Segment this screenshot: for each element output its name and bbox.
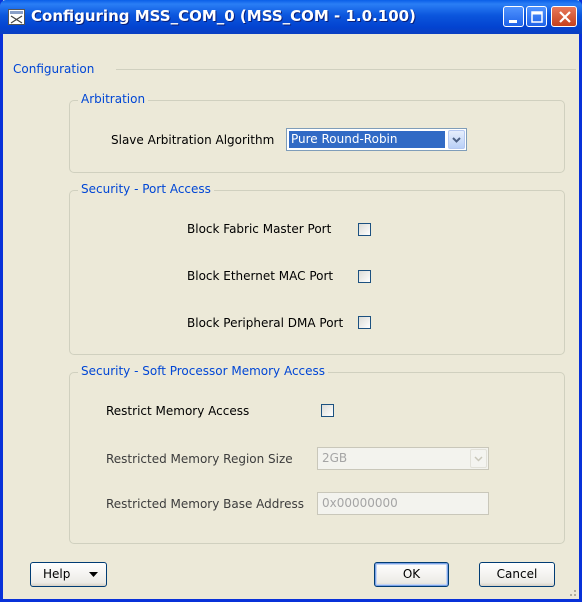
help-button-label: Help — [43, 567, 71, 581]
region-size-dropdown-button[interactable] — [470, 449, 487, 468]
port-access-legend: Security - Port Access — [78, 182, 214, 196]
arbitration-algorithm-select[interactable]: Pure Round-Robin — [286, 128, 467, 151]
arbitration-legend: Arbitration — [78, 92, 149, 106]
block-fabric-master-port-checkbox[interactable] — [358, 223, 371, 236]
help-button[interactable]: Help — [30, 562, 107, 587]
region-size-value: 2GB — [322, 451, 348, 465]
maximize-icon — [531, 11, 543, 23]
restrict-memory-access-checkbox[interactable] — [321, 404, 334, 417]
configuration-divider — [116, 69, 576, 70]
memory-access-legend: Security - Soft Processor Memory Access — [78, 364, 329, 378]
chevron-down-icon — [474, 456, 483, 462]
close-icon — [559, 11, 571, 23]
minimize-icon — [509, 20, 517, 23]
resize-grip-icon[interactable] — [567, 587, 577, 597]
ok-button[interactable]: OK — [374, 562, 449, 587]
title-bar[interactable]: Configuring MSS_COM_0 (MSS_COM - 1.0.100… — [0, 0, 582, 34]
app-icon — [8, 9, 25, 25]
minimize-button[interactable] — [503, 6, 524, 27]
caret-down-icon — [89, 572, 98, 577]
window-title: Configuring MSS_COM_0 (MSS_COM - 1.0.100… — [31, 7, 416, 25]
restrict-memory-access-label: Restrict Memory Access — [106, 404, 250, 418]
region-size-label: Restricted Memory Region Size — [106, 452, 293, 466]
close-button[interactable] — [551, 6, 577, 27]
arbitration-algorithm-value: Pure Round-Robin — [289, 131, 445, 148]
base-address-field[interactable]: 0x00000000 — [317, 492, 489, 515]
block-peripheral-dma-port-label: Block Peripheral DMA Port — [187, 316, 344, 330]
block-ethernet-mac-port-checkbox[interactable] — [358, 270, 371, 283]
arbitration-algorithm-label: Slave Arbitration Algorithm — [111, 133, 275, 147]
block-fabric-master-port-label: Block Fabric Master Port — [187, 222, 332, 236]
base-address-label: Restricted Memory Base Address — [106, 497, 304, 511]
configuration-label: Configuration — [13, 62, 95, 76]
configuration-dialog: Configuring MSS_COM_0 (MSS_COM - 1.0.100… — [0, 0, 582, 602]
arbitration-dropdown-button[interactable] — [448, 130, 465, 149]
block-peripheral-dma-port-checkbox[interactable] — [358, 316, 371, 329]
region-size-select[interactable]: 2GB — [317, 447, 489, 470]
cancel-button[interactable]: Cancel — [479, 562, 555, 587]
block-ethernet-mac-port-label: Block Ethernet MAC Port — [187, 269, 334, 283]
maximize-button[interactable] — [526, 6, 547, 27]
chevron-down-icon — [452, 137, 461, 143]
